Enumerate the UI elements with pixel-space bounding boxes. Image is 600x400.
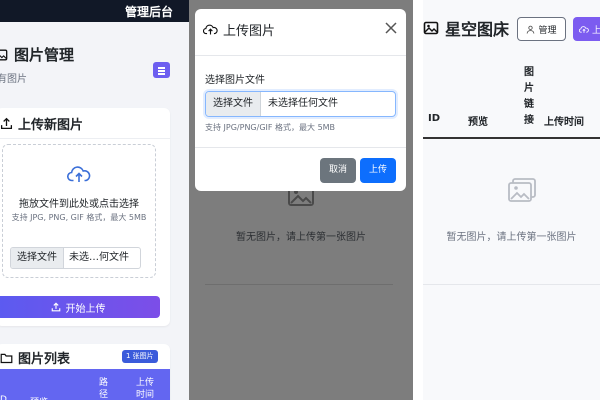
file-hint: 支持 JPG/PNG/GIF 格式，最大 5MB	[205, 123, 336, 132]
col-path: 路径	[99, 378, 109, 400]
page-subtitle: 有图片	[0, 74, 27, 85]
image-count-badge: 1 张图片	[122, 350, 158, 363]
modal-panel: 暂无图片，请上传第一张图片 上传图片 选择图片文件 选择文件 未选择任何文件 支…	[189, 0, 413, 400]
image-placeholder-icon	[508, 178, 536, 202]
table-header: D 预览 路径 上传时间	[0, 369, 170, 400]
modal-title: 上传图片	[203, 20, 275, 39]
upload-modal: 上传图片 选择图片文件 选择文件 未选择任何文件 支持 JPG/PNG/GIF …	[195, 9, 406, 191]
cloud-upload-icon	[67, 166, 91, 182]
file-name: 未选择任何文件	[268, 98, 338, 109]
close-icon[interactable]	[384, 21, 398, 35]
choose-file-button[interactable]: 选择文件	[11, 248, 64, 268]
image-table-header: ID 预览 图片链接 上传时间	[423, 60, 600, 140]
brand-name: 星空图床	[445, 20, 510, 39]
navbar-title[interactable]: 管理后台	[125, 3, 173, 20]
folder-icon	[0, 353, 13, 363]
image-icon	[423, 21, 439, 35]
file-name: 未选…何文件	[69, 252, 129, 263]
start-upload-button[interactable]: 开始上传	[0, 296, 160, 318]
file-input[interactable]: 选择文件 未选择任何文件	[205, 91, 396, 117]
manage-button[interactable]: 管理	[517, 17, 566, 41]
upload-button[interactable]: 上传	[360, 158, 396, 183]
choose-file-button[interactable]: 选择文件	[206, 92, 261, 116]
top-navbar: 管理后台	[0, 0, 189, 22]
menu-toggle-button[interactable]	[153, 62, 170, 78]
cancel-button[interactable]: 取消	[320, 158, 356, 183]
brand[interactable]: 星空图床	[423, 16, 509, 40]
cloud-upload-icon	[579, 25, 589, 33]
empty-state-text: 暂无图片，请上传第一张图片	[446, 232, 577, 243]
col-upload-time: 上传时间	[544, 117, 584, 128]
upload-card: 上传新图片 拖放文件到此处或点击选择 支持 JPG, PNG, GIF 格式，最…	[0, 108, 170, 326]
col-preview: 预览	[468, 117, 488, 128]
admin-panel: 管理后台 图片管理 有图片 上传新图片 拖放文件到此处或点击选择 支持 JPG,…	[0, 0, 189, 400]
image-list-title: 图片列表	[0, 348, 70, 367]
upload-icon	[51, 302, 60, 312]
cloud-upload-icon	[203, 24, 218, 35]
col-id: D	[0, 395, 7, 400]
upload-icon	[0, 117, 13, 130]
drop-zone-text: 拖放文件到此处或点击选择	[19, 199, 139, 210]
image-icon	[0, 49, 8, 60]
col-preview: 预览	[30, 395, 48, 400]
col-link: 图片链接	[524, 67, 534, 126]
image-list-card: 图片列表 1 张图片 D 预览 路径 上传时间	[0, 344, 170, 400]
upload-button[interactable]: 上	[573, 17, 600, 41]
upload-card-title: 上传新图片	[0, 114, 83, 133]
file-field-label: 选择图片文件	[205, 75, 265, 86]
empty-state-text: 暂无图片，请上传第一张图片	[236, 232, 366, 243]
file-input[interactable]: 选择文件 未选…何文件	[10, 247, 141, 269]
col-id: ID	[428, 113, 441, 124]
drop-zone-hint: 支持 JPG, PNG, GIF 格式，最大 5MB	[11, 213, 147, 222]
gallery-panel: 星空图床 管理 上 ID 预览 图片链接 上传时间 暂无图片，请上传第一张图片	[413, 0, 600, 400]
col-upload-time: 上传时间	[136, 378, 155, 400]
user-icon	[527, 25, 535, 33]
drop-zone[interactable]: 拖放文件到此处或点击选择 支持 JPG, PNG, GIF 格式，最大 5MB …	[2, 144, 156, 278]
page-title-text: 图片管理	[14, 46, 75, 64]
